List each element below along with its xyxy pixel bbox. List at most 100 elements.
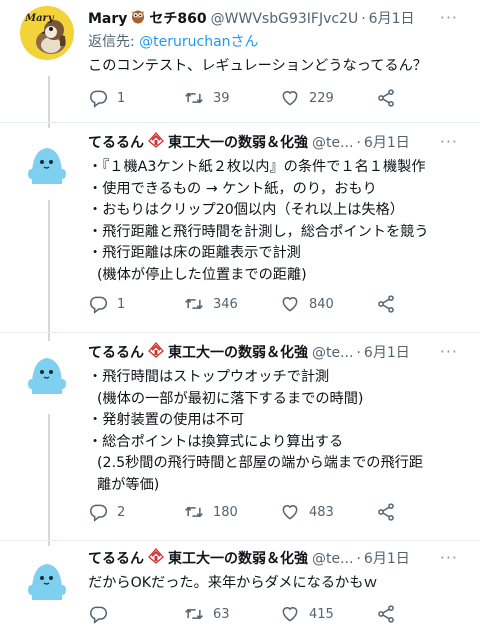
tweet-text: だからOKだった。来年からダメになるかもｗ <box>88 573 468 595</box>
blob-avatar-image <box>20 346 74 400</box>
like-count: 483 <box>309 504 334 520</box>
heart-icon <box>282 297 298 312</box>
reply-mention-link[interactable]: @teruruchanさん <box>139 34 258 50</box>
reply-count: 1 <box>117 296 126 312</box>
separator-dot: · <box>356 345 361 361</box>
share-icon <box>378 605 394 623</box>
svg-text:Mary: Mary <box>24 13 55 24</box>
reply-button[interactable] <box>88 604 184 624</box>
user-handle[interactable]: @te... <box>312 343 353 363</box>
share-button[interactable] <box>376 502 405 522</box>
tweet-header: てるるん 東工大一の数弱＆化強 @te... · 6月1日 <box>88 342 468 364</box>
tweet-divider <box>0 122 480 123</box>
tweet[interactable]: てるるん 東工大一の数弱＆化強 @te... · 6月1日 ··· ・飛行時間は… <box>0 336 480 536</box>
share-button[interactable] <box>376 88 405 108</box>
reply-icon <box>90 504 108 522</box>
more-options-icon[interactable]: ··· <box>440 548 458 567</box>
heart-icon <box>282 505 298 520</box>
like-button[interactable]: 483 <box>280 502 376 522</box>
tweet-actions: 63 415 <box>88 602 405 626</box>
retweet-count: 39 <box>213 90 230 106</box>
tweet-line: ・使用できるもの → ケント紙，のり，おもり <box>88 180 377 197</box>
tweet-header: Mary セチ860 @WWVsbG93IFJvc2U · 6月1日 <box>88 8 468 30</box>
tweet-line: ・総合ポイントは換算式により算出する <box>88 433 344 450</box>
tweet[interactable]: てるるん 東工大一の数弱＆化強 @te... · 6月1日 ··· だからOKだ… <box>0 544 480 637</box>
tech-logo-icon <box>147 342 165 364</box>
like-button[interactable]: 840 <box>280 294 376 314</box>
tweet-divider <box>0 332 480 333</box>
retweet-icon <box>185 298 203 310</box>
reply-button[interactable]: 2 <box>88 502 184 522</box>
tweet-line: このコンテスト、レギュレーションどうなってるん？ <box>88 58 427 74</box>
reply-icon <box>90 90 108 108</box>
reply-count: 2 <box>117 504 126 520</box>
separator-dot: · <box>356 135 361 151</box>
tweet-date[interactable]: 6月1日 <box>364 549 410 569</box>
tweet-line: 離が等価) <box>88 476 160 493</box>
tweet-line: ・おもりはクリップ20個以内（それ以上は失格） <box>88 202 404 218</box>
tweet-line: ・発射装置の使用は不可 <box>88 412 245 428</box>
like-count: 840 <box>309 296 334 312</box>
blob-avatar-image <box>20 552 74 606</box>
owl-icon <box>130 8 146 30</box>
tweet-date[interactable]: 6月1日 <box>364 343 410 363</box>
tweet-actions: 1 346 840 <box>88 292 405 316</box>
retweet-button[interactable]: 63 <box>184 604 280 624</box>
avatar[interactable] <box>20 136 74 190</box>
user-handle[interactable]: @te... <box>312 549 353 569</box>
tweet-line: ・飛行距離と飛行時間を計測し，総合ポイントを競う <box>88 223 429 240</box>
retweet-count: 346 <box>213 296 238 312</box>
retweet-button[interactable]: 180 <box>184 502 280 522</box>
heart-icon <box>282 607 298 622</box>
reply-icon <box>90 296 108 314</box>
tweet-line: ・飛行距離は床の距離表示で計測 <box>88 245 301 261</box>
tweet-line: ・『１機A3ケント紙２枚以内』の条件で１名１機製作 <box>88 159 426 175</box>
heart-icon <box>282 91 298 106</box>
tweet-line: (機体の一部が最初に落下するまでの時間) <box>88 390 364 407</box>
more-options-icon[interactable]: ··· <box>440 342 458 361</box>
retweet-count: 63 <box>213 606 230 622</box>
avatar[interactable]: Mary <box>20 6 74 60</box>
avatar[interactable] <box>20 346 74 400</box>
tweet-header: てるるん 東工大一の数弱＆化強 @te... · 6月1日 <box>88 548 468 570</box>
tweet-actions: 2 180 483 <box>88 500 405 524</box>
tweet-line: ・飛行時間はストップウオッチで計測 <box>88 369 330 385</box>
tweet-line: (機体が停止した位置までの距離) <box>88 266 307 283</box>
user-handle[interactable]: @WWVsbG93IFJvc2U <box>211 9 359 29</box>
more-options-icon[interactable]: ··· <box>440 8 458 27</box>
tweet-divider <box>0 540 480 541</box>
display-name[interactable]: Mary <box>88 9 127 29</box>
like-count: 229 <box>309 90 334 106</box>
tweet-date[interactable]: 6月1日 <box>364 133 410 153</box>
display-name-suffix: セチ860 <box>149 11 207 27</box>
share-button[interactable] <box>376 604 405 624</box>
like-button[interactable]: 415 <box>280 604 376 624</box>
tweet-text: ・飛行時間はストップウオッチで計測 (機体の一部が最初に落下するまでの時間) ・発… <box>88 367 468 496</box>
share-icon <box>378 503 394 521</box>
tweet-text: このコンテスト、レギュレーションどうなってるん？ <box>88 56 468 78</box>
tweet-line: だからOKだった。来年からダメになるかもｗ <box>88 575 378 591</box>
retweet-button[interactable]: 39 <box>184 88 280 108</box>
reply-button[interactable]: 1 <box>88 294 184 314</box>
tweet[interactable]: てるるん 東工大一の数弱＆化強 @te... · 6月1日 ··· ・『１機A3… <box>0 126 480 326</box>
reply-icon <box>90 606 108 624</box>
retweet-icon <box>185 92 203 104</box>
tweet[interactable]: Mary Mary セチ860 @WWVsbG93IFJvc2U · 6月1日 … <box>0 0 480 120</box>
blob-avatar-image <box>20 136 74 190</box>
tweet-text: ・『１機A3ケント紙２枚以内』の条件で１名１機製作 ・使用できるもの → ケント紙… <box>88 157 468 286</box>
more-options-icon[interactable]: ··· <box>440 132 458 151</box>
reply-count: 1 <box>117 90 126 106</box>
tweet-header: てるるん 東工大一の数弱＆化強 @te... · 6月1日 <box>88 132 468 154</box>
reply-button[interactable]: 1 <box>88 88 184 108</box>
like-button[interactable]: 229 <box>280 88 376 108</box>
retweet-count: 180 <box>213 504 238 520</box>
display-name[interactable]: てるるん <box>88 549 144 569</box>
retweet-button[interactable]: 346 <box>184 294 280 314</box>
share-button[interactable] <box>376 294 405 314</box>
tech-logo-icon <box>147 132 165 154</box>
display-name[interactable]: てるるん <box>88 133 144 153</box>
user-handle[interactable]: @te... <box>312 133 353 153</box>
display-name[interactable]: てるるん <box>88 343 144 363</box>
avatar[interactable] <box>20 552 74 606</box>
tweet-date[interactable]: 6月1日 <box>369 9 415 29</box>
